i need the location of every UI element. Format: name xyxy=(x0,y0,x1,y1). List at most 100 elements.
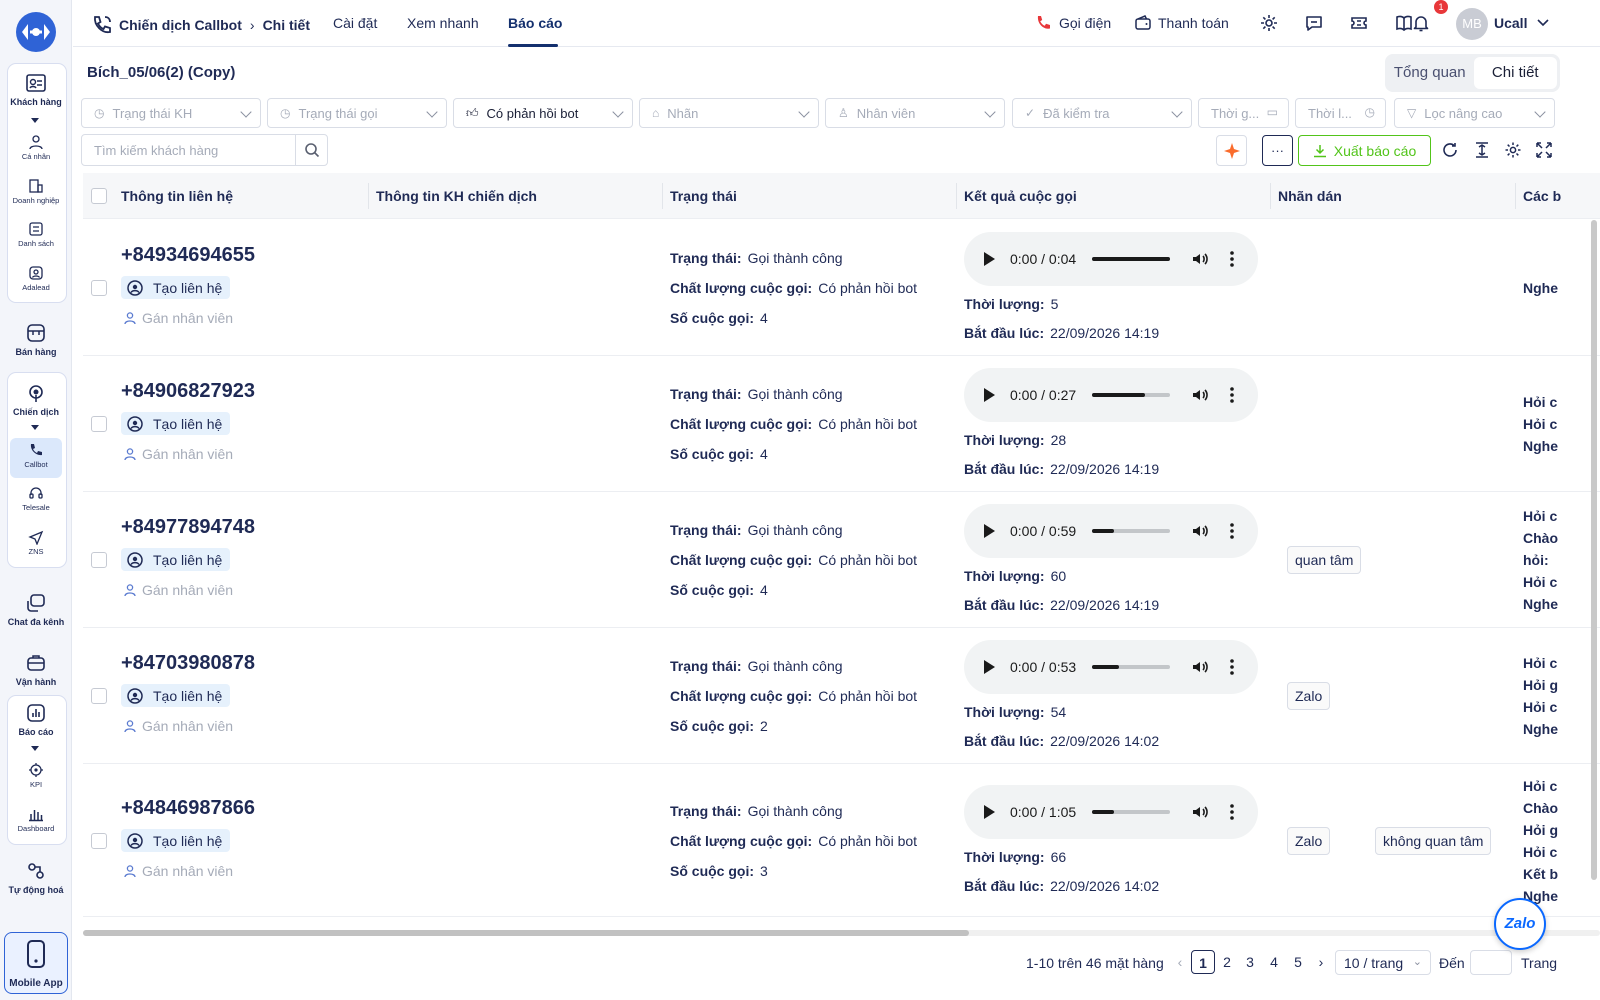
create-contact-button[interactable]: Tạo liên hệ xyxy=(121,276,231,299)
row-checkbox[interactable] xyxy=(91,280,107,296)
settings-icon[interactable] xyxy=(1504,141,1522,159)
volume-icon[interactable] xyxy=(1191,522,1209,540)
assign-staff-button[interactable]: Gán nhân viên xyxy=(123,310,233,326)
sidebar-item-personal[interactable]: Cá nhân xyxy=(0,134,72,161)
contact-phone[interactable]: +84977894748 xyxy=(121,516,255,539)
ticket-icon[interactable] xyxy=(1349,13,1369,33)
sidebar-item-adalead[interactable]: Adalead xyxy=(0,265,72,292)
view-detail[interactable]: Chi tiết xyxy=(1473,57,1557,89)
breadcrumb-root[interactable]: Chiến dịch Callbot xyxy=(119,17,242,33)
next-page-button[interactable]: › xyxy=(1309,950,1333,974)
column-contact-info[interactable]: Thông tin liên hệ xyxy=(121,188,233,204)
page-1[interactable]: 1 xyxy=(1191,950,1215,974)
play-icon[interactable] xyxy=(984,524,995,538)
gear-icon[interactable] xyxy=(1259,13,1279,33)
bell-icon[interactable] xyxy=(1411,13,1431,33)
sidebar-item-customers[interactable]: Khách hàng xyxy=(0,72,72,107)
column-height-icon[interactable] xyxy=(1473,141,1491,159)
page-size-select[interactable]: 10 / trang ⌄ xyxy=(1335,950,1431,975)
filter-advanced[interactable]: ▽ Lọc nâng cao xyxy=(1394,98,1555,128)
sidebar-item-automation[interactable]: Tự động hoá xyxy=(0,860,72,895)
contact-phone[interactable]: +84703980878 xyxy=(121,652,255,675)
filter-tags[interactable]: ⌂ Nhãn xyxy=(639,98,819,128)
label-tag[interactable]: Zalo xyxy=(1287,827,1331,855)
chevron-down-icon[interactable] xyxy=(31,118,39,123)
column-call-result[interactable]: Kết quả cuộc gọi xyxy=(964,188,1077,204)
label-tag[interactable]: không quan tâm xyxy=(1375,827,1492,855)
play-icon[interactable] xyxy=(984,660,995,674)
sidebar-item-reports[interactable]: Báo cáo xyxy=(0,702,72,737)
page-2[interactable]: 2 xyxy=(1215,950,1239,974)
sidebar-item-lists[interactable]: Danh sách xyxy=(0,221,72,248)
search-input[interactable] xyxy=(82,135,297,165)
page-3[interactable]: 3 xyxy=(1238,950,1262,974)
contact-phone[interactable]: +84846987866 xyxy=(121,797,255,820)
chevron-down-icon[interactable] xyxy=(31,746,39,751)
audio-progress-track[interactable] xyxy=(1092,810,1170,814)
avatar[interactable]: MB xyxy=(1456,8,1488,40)
vertical-scrollbar[interactable] xyxy=(1591,220,1597,880)
scrollbar-thumb[interactable] xyxy=(83,930,969,936)
volume-icon[interactable] xyxy=(1191,803,1209,821)
create-contact-button[interactable]: Tạo liên hệ xyxy=(121,829,231,852)
filter-customer-status[interactable]: ◷ Trạng thái KH xyxy=(81,98,261,128)
play-icon[interactable] xyxy=(984,805,995,819)
user-name[interactable]: Ucall xyxy=(1494,15,1527,31)
label-tag[interactable]: quan tâm xyxy=(1287,546,1362,574)
column-campaign-info[interactable]: Thông tin KH chiến dịch xyxy=(376,188,537,204)
create-contact-button[interactable]: Tạo liên hệ xyxy=(121,412,231,435)
fullscreen-icon[interactable] xyxy=(1535,141,1553,159)
sidebar-item-zns[interactable]: ZNS xyxy=(0,529,72,556)
export-report-button[interactable]: Xuất báo cáo xyxy=(1298,135,1431,166)
sidebar-item-business[interactable]: Doanh nghiệp xyxy=(0,178,72,205)
more-vertical-icon[interactable] xyxy=(1230,804,1234,820)
filter-bot-response[interactable]: 👍︎ Có phản hồi bot xyxy=(453,98,633,128)
more-vertical-icon[interactable] xyxy=(1230,659,1234,675)
assign-staff-button[interactable]: Gán nhân viên xyxy=(123,446,233,462)
row-checkbox[interactable] xyxy=(91,688,107,704)
filter-call-status[interactable]: ◷ Trạng thái gọi xyxy=(267,98,447,128)
search-button[interactable] xyxy=(295,135,327,165)
contact-phone[interactable]: +84906827923 xyxy=(121,380,255,403)
create-contact-button[interactable]: Tạo liên hệ xyxy=(121,548,231,571)
play-icon[interactable] xyxy=(984,388,995,402)
sidebar-item-dashboard[interactable]: Dashboard xyxy=(0,806,72,833)
filter-staff[interactable]: ♙ Nhân viên xyxy=(825,98,1005,128)
sidebar-item-operations[interactable]: Vận hành xyxy=(0,652,72,687)
prev-page-button[interactable]: ‹ xyxy=(1168,950,1192,974)
view-overview[interactable]: Tổng quan xyxy=(1388,57,1472,89)
chevron-down-icon[interactable] xyxy=(1537,18,1549,28)
column-status[interactable]: Trạng thái xyxy=(670,188,737,204)
row-checkbox[interactable] xyxy=(91,416,107,432)
volume-icon[interactable] xyxy=(1191,386,1209,404)
contact-phone[interactable]: +84934694655 xyxy=(121,244,255,267)
tab-settings[interactable]: Cài đặt xyxy=(333,15,377,31)
audio-progress-track[interactable] xyxy=(1092,393,1170,397)
audio-progress-track[interactable] xyxy=(1092,529,1170,533)
assign-staff-button[interactable]: Gán nhân viên xyxy=(123,582,233,598)
sidebar-item-campaigns[interactable]: Chiến dịch xyxy=(0,382,72,417)
assign-staff-button[interactable]: Gán nhân viên xyxy=(123,718,233,734)
call-button[interactable]: Gọi điện xyxy=(1035,14,1111,32)
row-checkbox[interactable] xyxy=(91,552,107,568)
mobile-app-button[interactable]: Mobile App xyxy=(4,932,68,994)
page-4[interactable]: 4 xyxy=(1262,950,1286,974)
payment-button[interactable]: Thanh toán xyxy=(1134,14,1229,32)
create-contact-button[interactable]: Tạo liên hệ xyxy=(121,684,231,707)
volume-icon[interactable] xyxy=(1191,250,1209,268)
column-tags[interactable]: Nhãn dán xyxy=(1278,188,1342,204)
volume-icon[interactable] xyxy=(1191,658,1209,676)
sidebar-item-callbot[interactable]: Callbot xyxy=(10,438,62,478)
refresh-icon[interactable] xyxy=(1441,141,1459,159)
more-vertical-icon[interactable] xyxy=(1230,523,1234,539)
sidebar-item-kpi[interactable]: KPI xyxy=(0,762,72,789)
app-logo-icon[interactable] xyxy=(14,10,58,54)
assign-staff-button[interactable]: Gán nhân viên xyxy=(123,863,233,879)
filter-time[interactable]: Thời g... ▭ xyxy=(1198,98,1289,128)
audio-progress-track[interactable] xyxy=(1092,665,1170,669)
sidebar-item-omnichat[interactable]: Chat đa kênh xyxy=(0,592,72,627)
goto-page-input[interactable] xyxy=(1470,950,1512,975)
select-all-checkbox[interactable] xyxy=(91,188,107,204)
row-checkbox[interactable] xyxy=(91,833,107,849)
horizontal-scrollbar[interactable] xyxy=(83,930,1600,936)
